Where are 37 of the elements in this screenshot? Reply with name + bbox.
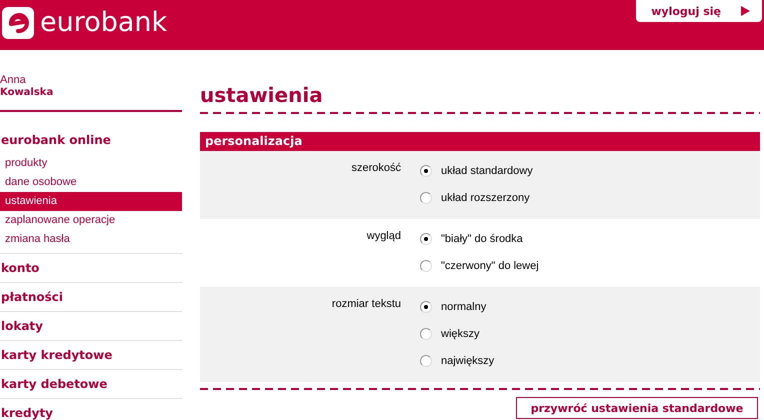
radio-button[interactable]	[420, 192, 432, 204]
logo-text: eurobank	[40, 7, 168, 39]
setting-label: wygląd	[366, 230, 401, 242]
option-label: "biały" do środka	[441, 232, 523, 244]
sidebar-item[interactable]: zaplanowane operacje	[0, 211, 182, 230]
sidebar-section-link[interactable]: eurobank online	[0, 126, 182, 154]
option-label: normalny	[441, 300, 486, 312]
sidebar-section-link[interactable]: karty kredytowe	[0, 341, 182, 369]
sidebar-section-link[interactable]: karty debetowe	[0, 370, 182, 398]
sidebar-section-link[interactable]: lokaty	[0, 312, 182, 340]
sidebar-section-link[interactable]: konto	[0, 254, 182, 282]
option-label: układ standardowy	[441, 164, 533, 176]
radio-button[interactable]	[420, 354, 432, 366]
play-arrow-icon	[741, 6, 750, 16]
setting-label: szerokość	[351, 162, 401, 174]
option-label: układ rozszerzony	[441, 192, 530, 204]
logout-button[interactable]: wyloguj się	[636, 0, 762, 22]
option-label: największy	[441, 354, 494, 366]
radio-button[interactable]	[420, 328, 432, 340]
radio-button[interactable]	[420, 164, 432, 176]
sidebar-section-link[interactable]: kredyty	[0, 399, 182, 420]
radio-button[interactable]	[420, 300, 432, 312]
section-header: personalizacja	[200, 132, 760, 151]
radio-button[interactable]	[420, 232, 432, 244]
radio-button[interactable]	[420, 260, 432, 272]
user-first-name: Anna	[0, 74, 27, 86]
page-title: ustawienia	[200, 82, 324, 108]
sidebar-section-link[interactable]: płatności	[0, 283, 182, 311]
sidebar-item[interactable]: produkty	[0, 154, 182, 173]
option-label: większy	[441, 328, 480, 340]
option-label: "czerwony" do lewej	[441, 260, 539, 272]
setting-label: rozmiar tekstu	[332, 298, 401, 310]
reset-button[interactable]: przywróć ustawienia standardowe	[516, 397, 758, 419]
sidebar-item[interactable]: dane osobowe	[0, 173, 182, 192]
sidebar-item[interactable]: ustawienia	[0, 192, 182, 211]
sidebar-item[interactable]: zmiana hasła	[0, 230, 182, 249]
user-last-name: Kowalska	[0, 86, 54, 100]
